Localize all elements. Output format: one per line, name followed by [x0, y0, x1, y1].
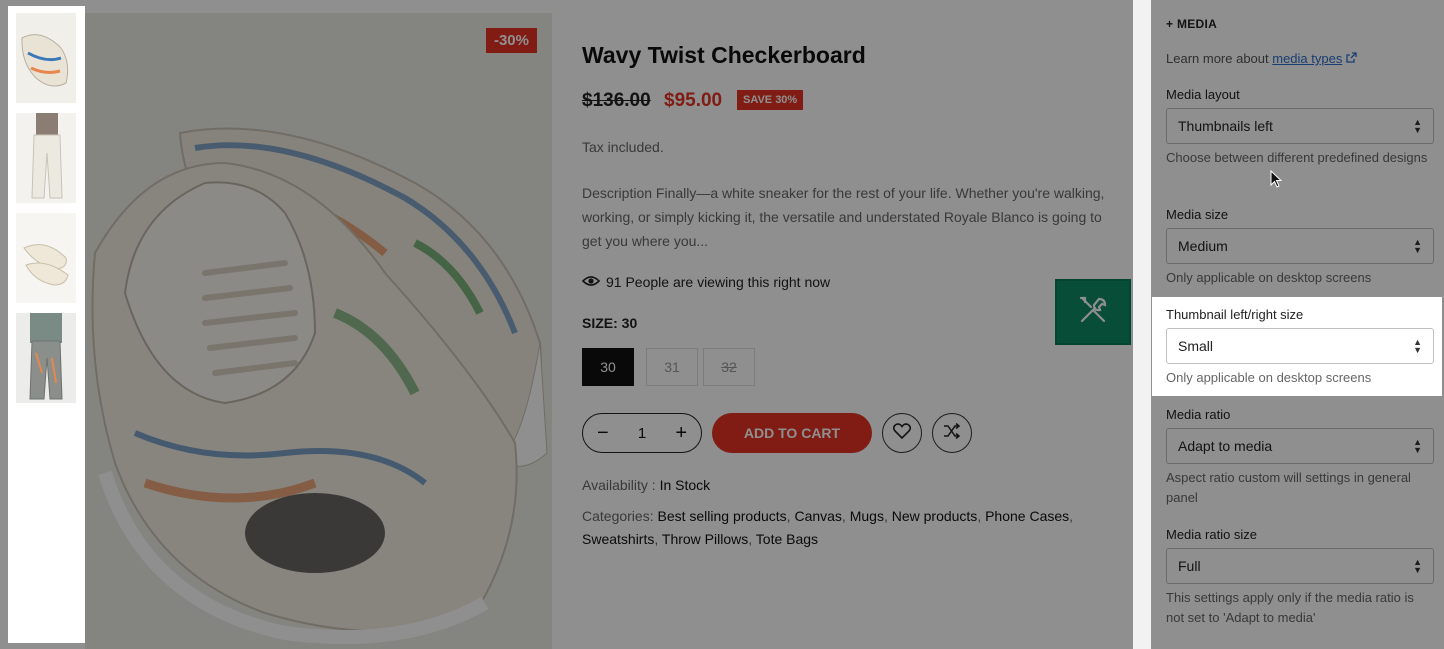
- heart-icon: [892, 422, 912, 444]
- media-size-select[interactable]: Medium ▲ ▼: [1166, 228, 1434, 264]
- thumbnail-2[interactable]: [16, 113, 76, 203]
- category-link[interactable]: Sweatshirts: [582, 531, 654, 547]
- size-label: SIZE: 30: [582, 315, 638, 331]
- categories-label: Categories:: [582, 508, 654, 524]
- media-layout-select[interactable]: Thumbnails left ▲ ▼: [1166, 108, 1434, 144]
- media-layout-value: Thumbnails left: [1178, 118, 1273, 134]
- thumbnail-1[interactable]: [16, 13, 76, 103]
- add-to-cart-button[interactable]: ADD TO CART: [712, 413, 872, 453]
- old-price: $136.00: [582, 90, 651, 111]
- media-ratio-size-select[interactable]: Full ▲ ▼: [1166, 548, 1434, 584]
- save-badge: SAVE 30%: [737, 90, 804, 110]
- select-arrows-icon: ▲ ▼: [1413, 437, 1422, 455]
- thumbnail-size-value: Small: [1178, 338, 1214, 354]
- media-ratio-select[interactable]: Adapt to media ▲ ▼: [1166, 428, 1434, 464]
- mouse-cursor-icon: [1270, 169, 1283, 193]
- theme-tools-button[interactable]: [1055, 279, 1131, 345]
- category-link[interactable]: Best selling products: [657, 508, 786, 524]
- store-preview: -30% Wavy Twist Checkerboard $136.00 $95…: [0, 0, 1133, 649]
- category-link[interactable]: Throw Pillows: [662, 531, 748, 547]
- size-option-31[interactable]: 31: [646, 348, 698, 386]
- learn-prefix: Learn more about: [1166, 51, 1269, 66]
- media-layout-help: Choose between different predefined desi…: [1166, 150, 1428, 165]
- category-link[interactable]: Phone Cases: [985, 508, 1069, 524]
- sneakers-image: [85, 13, 552, 649]
- select-arrows-icon: ▲ ▼: [1413, 117, 1422, 135]
- shuffle-icon: [943, 422, 961, 444]
- size-option-32[interactable]: 32: [703, 348, 755, 386]
- thumbnail-4[interactable]: [16, 313, 76, 403]
- wrench-screwdriver-icon: [1078, 295, 1108, 330]
- category-link[interactable]: New products: [892, 508, 978, 524]
- plus-icon[interactable]: +: [675, 423, 687, 443]
- media-ratio-size-help: This settings apply only if the media ra…: [1166, 590, 1414, 625]
- availability-value: In Stock: [659, 477, 711, 493]
- product-description: Description Finally—a white sneaker for …: [582, 185, 1105, 249]
- category-link[interactable]: Mugs: [850, 508, 884, 524]
- eye-icon: [581, 274, 601, 290]
- availability: Availability : In Stock: [582, 477, 710, 493]
- media-ratio-size-value: Full: [1178, 558, 1201, 574]
- select-arrows-icon: ▲ ▼: [1413, 237, 1422, 255]
- media-size-label: Media size: [1166, 207, 1229, 222]
- category-link[interactable]: Canvas: [794, 508, 841, 524]
- media-types-link[interactable]: media types: [1272, 51, 1342, 66]
- select-arrows-icon: ▲ ▼: [1413, 337, 1422, 355]
- sale-price: $95.00: [664, 90, 723, 111]
- learn-more: Learn more about media types: [1166, 51, 1357, 66]
- media-ratio-help: Aspect ratio custom will settings in gen…: [1166, 470, 1411, 505]
- viewing-text: 91 People are viewing this right now: [606, 274, 831, 290]
- highlighted-thumbnail-size-field: Thumbnail left/right size Small ▲ ▼ Only …: [1152, 297, 1442, 396]
- availability-label: Availability :: [582, 477, 656, 493]
- minus-icon[interactable]: −: [597, 423, 609, 443]
- thumbnail-3[interactable]: [16, 213, 76, 303]
- thumbnail-size-help: Only applicable on desktop screens: [1166, 370, 1372, 385]
- quantity-stepper: − 1 +: [582, 413, 702, 453]
- quantity-value[interactable]: 1: [638, 425, 646, 442]
- tax-note: Tax included.: [582, 139, 664, 155]
- thumbnail-column: [8, 6, 85, 643]
- size-option-30[interactable]: 30: [582, 348, 634, 386]
- product-title: Wavy Twist Checkerboard: [582, 42, 866, 68]
- thumbnail-size-select[interactable]: Small ▲ ▼: [1166, 328, 1434, 364]
- media-ratio-value: Adapt to media: [1178, 438, 1273, 454]
- section-heading[interactable]: + MEDIA: [1166, 17, 1217, 31]
- category-link[interactable]: Tote Bags: [756, 531, 818, 547]
- viewing-count: 91 People are viewing this right now: [581, 274, 831, 290]
- media-size-help: Only applicable on desktop screens: [1166, 270, 1372, 285]
- media-ratio-size-label: Media ratio size: [1166, 527, 1258, 542]
- media-ratio-label: Media ratio: [1166, 407, 1231, 422]
- external-link-icon: [1346, 51, 1357, 66]
- discount-badge: -30%: [485, 28, 537, 53]
- select-arrows-icon: ▲ ▼: [1413, 557, 1422, 575]
- media-size-value: Medium: [1178, 238, 1228, 254]
- thumbnail-size-label: Thumbnail left/right size: [1166, 307, 1304, 322]
- media-layout-label: Media layout: [1166, 87, 1240, 102]
- categories: Categories: Best selling products, Canva…: [582, 508, 1074, 547]
- wishlist-button[interactable]: [882, 413, 922, 453]
- product-main-image[interactable]: -30%: [85, 13, 552, 649]
- compare-button[interactable]: [932, 413, 972, 453]
